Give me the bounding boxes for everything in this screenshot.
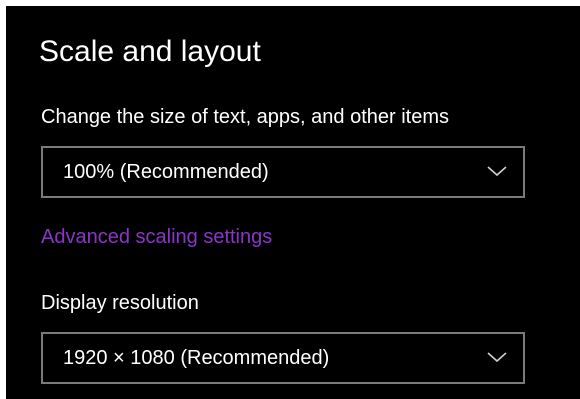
- scale-dropdown[interactable]: 100% (Recommended): [41, 146, 525, 198]
- scale-and-layout-panel: Scale and layout Change the size of text…: [6, 6, 580, 399]
- chevron-down-icon: [487, 166, 507, 177]
- display-resolution-label: Display resolution: [41, 292, 199, 314]
- advanced-scaling-settings-link[interactable]: Advanced scaling settings: [41, 225, 272, 249]
- chevron-down-icon: [487, 352, 507, 363]
- scale-dropdown-value: 100% (Recommended): [63, 161, 269, 183]
- resolution-dropdown-value: 1920 × 1080 (Recommended): [63, 347, 330, 369]
- text-size-label: Change the size of text, apps, and other…: [41, 106, 450, 128]
- section-title: Scale and layout: [39, 35, 261, 68]
- resolution-dropdown[interactable]: 1920 × 1080 (Recommended): [41, 332, 525, 384]
